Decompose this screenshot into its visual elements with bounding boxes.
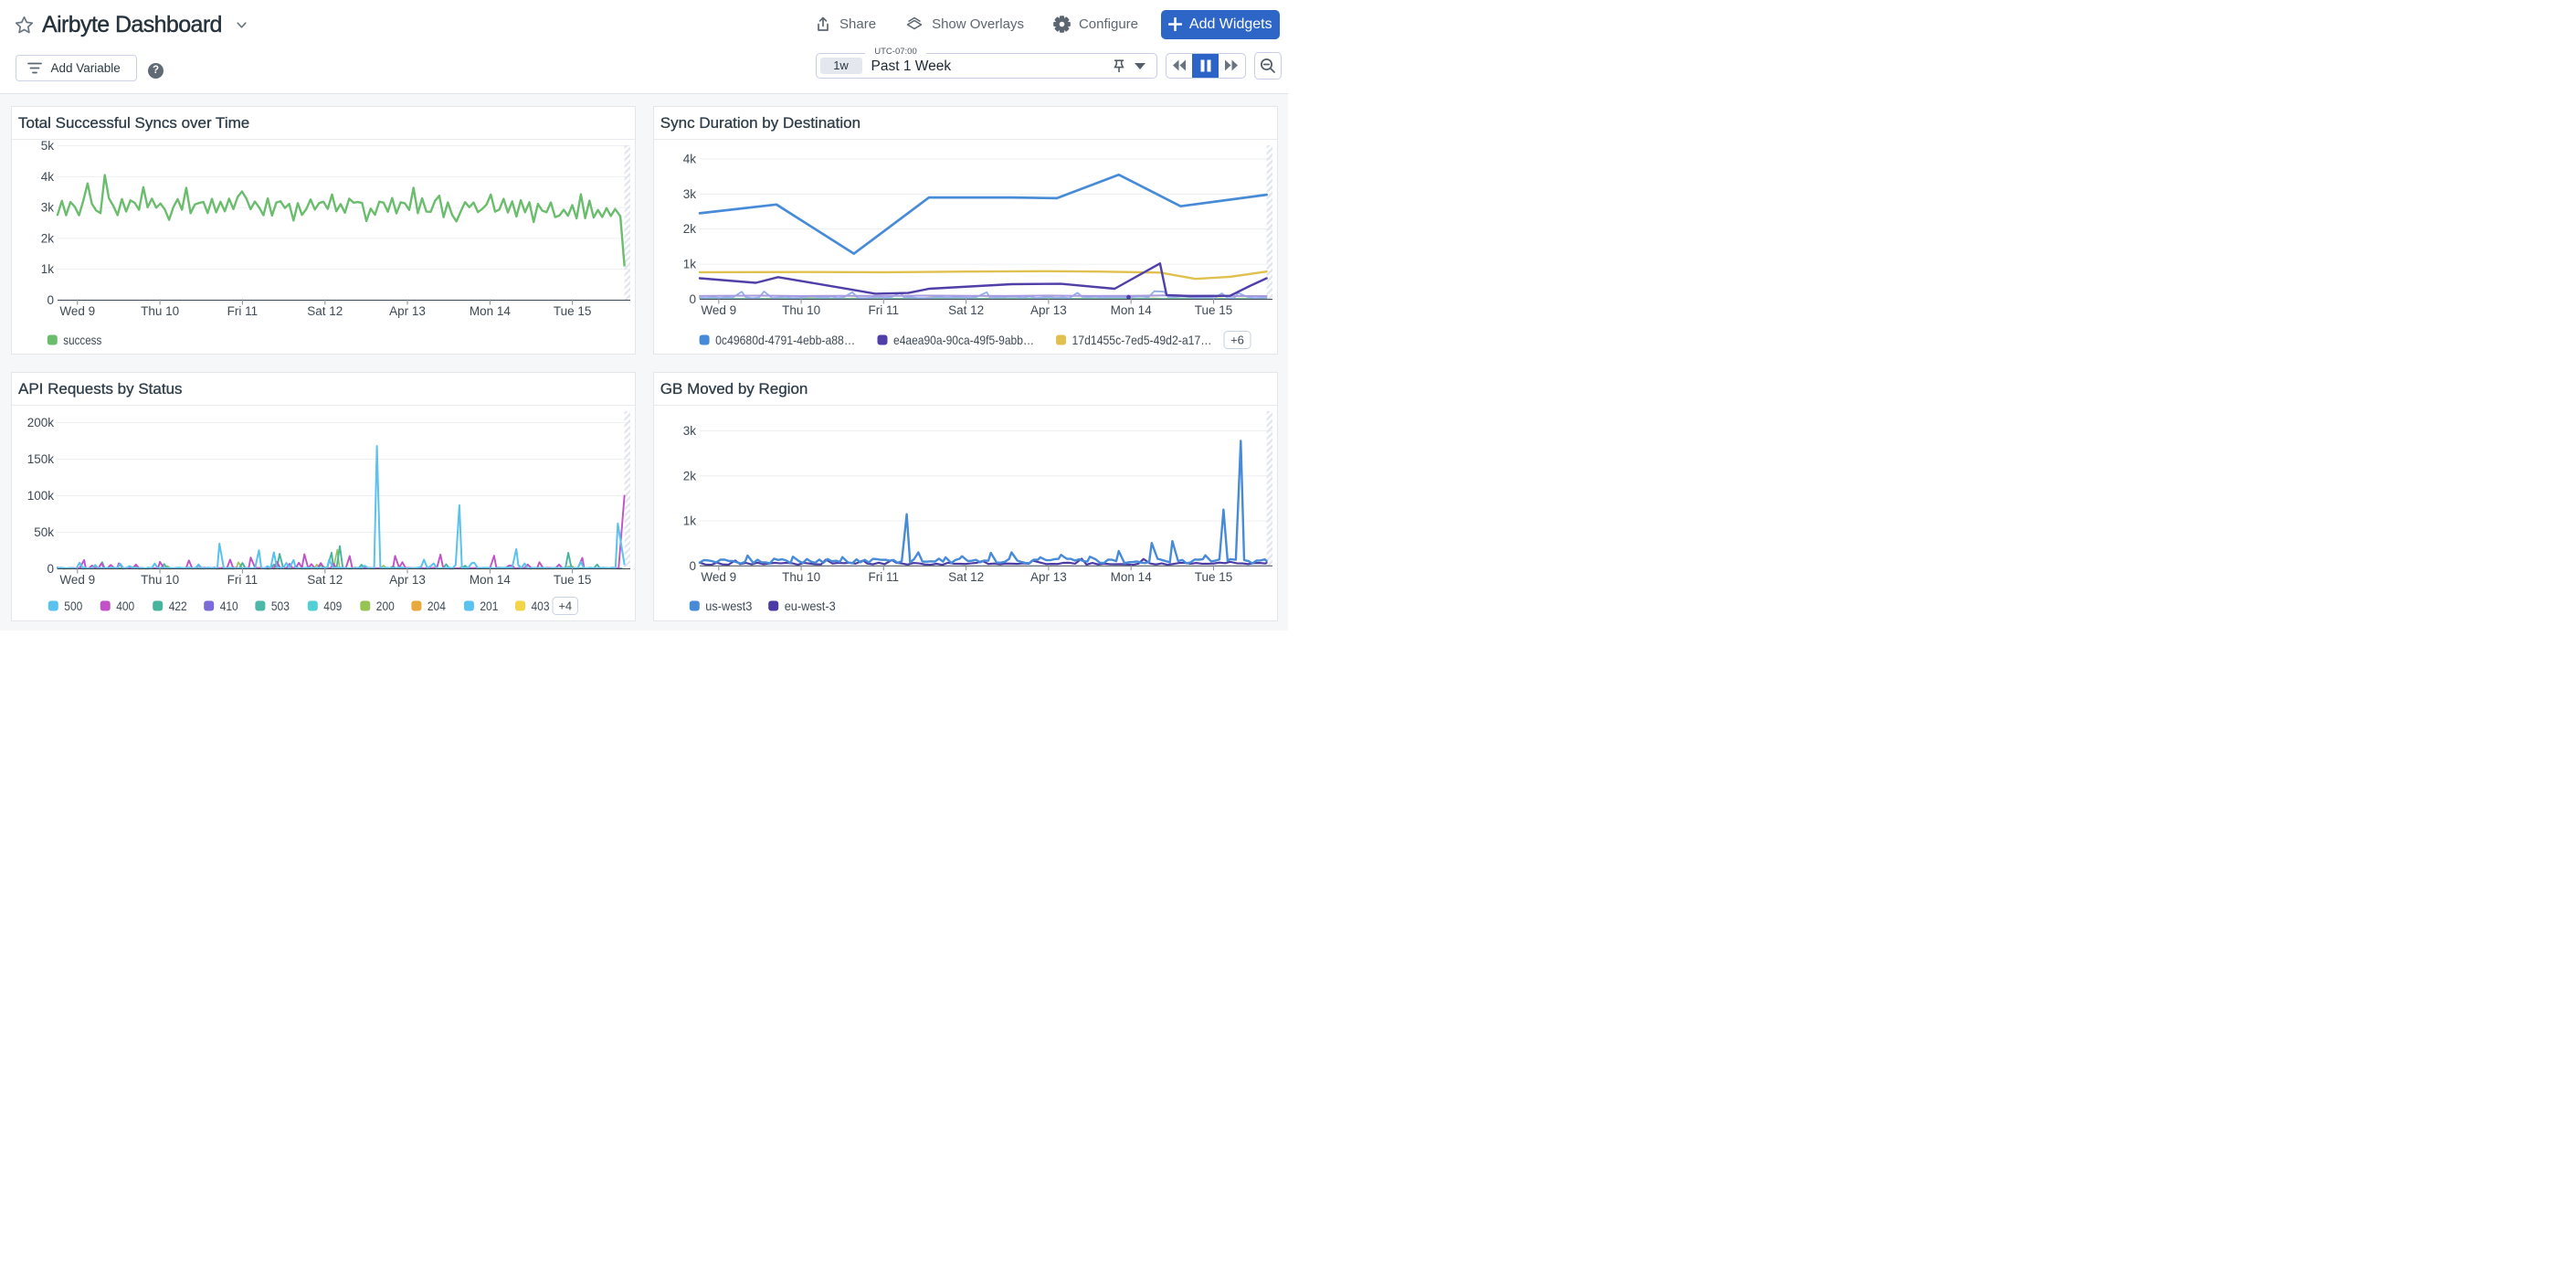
svg-text:100k: 100k <box>27 489 55 503</box>
svg-text:Sat 12: Sat 12 <box>307 573 343 587</box>
svg-text:Fri 11: Fri 11 <box>227 573 259 587</box>
svg-text:2k: 2k <box>41 231 55 245</box>
svg-text:+4: +4 <box>558 599 572 613</box>
svg-text:0: 0 <box>689 292 696 306</box>
svg-text:Thu 10: Thu 10 <box>782 570 820 584</box>
svg-text:5k: 5k <box>41 140 55 153</box>
svg-text:422: 422 <box>169 599 187 613</box>
svg-text:Mon 14: Mon 14 <box>1110 570 1152 584</box>
svg-text:eu-west-3: eu-west-3 <box>784 599 835 613</box>
svg-text:+6: +6 <box>1230 333 1244 346</box>
svg-text:Wed 9: Wed 9 <box>701 570 736 584</box>
svg-text:Wed 9: Wed 9 <box>59 304 95 318</box>
svg-text:500: 500 <box>64 599 82 613</box>
svg-text:Mon 14: Mon 14 <box>470 304 512 318</box>
svg-text:Apr 13: Apr 13 <box>389 304 426 318</box>
svg-text:409: 409 <box>323 599 342 613</box>
svg-text:2k: 2k <box>683 222 697 236</box>
svg-text:success: success <box>63 333 101 347</box>
svg-text:Tue 15: Tue 15 <box>1195 303 1233 317</box>
svg-text:1k: 1k <box>41 262 55 276</box>
svg-text:204: 204 <box>428 599 446 613</box>
svg-text:Apr 13: Apr 13 <box>1030 303 1067 317</box>
svg-text:Wed 9: Wed 9 <box>701 303 736 317</box>
svg-text:Apr 13: Apr 13 <box>389 573 426 587</box>
svg-text:Wed 9: Wed 9 <box>59 573 95 587</box>
svg-text:3k: 3k <box>683 424 697 438</box>
svg-text:e4aea90a-90ca-49f5-9abb…: e4aea90a-90ca-49f5-9abb… <box>893 333 1034 347</box>
svg-text:2k: 2k <box>683 469 697 482</box>
svg-text:201: 201 <box>480 599 498 613</box>
svg-text:Apr 13: Apr 13 <box>1030 570 1067 584</box>
svg-text:410: 410 <box>220 599 238 613</box>
svg-text:Fri 11: Fri 11 <box>868 303 899 317</box>
svg-text:150k: 150k <box>27 452 55 466</box>
svg-text:Thu 10: Thu 10 <box>141 304 179 318</box>
svg-text:3k: 3k <box>683 186 697 200</box>
svg-text:Sat 12: Sat 12 <box>948 570 984 584</box>
svg-text:Mon 14: Mon 14 <box>470 573 512 587</box>
svg-text:Fri 11: Fri 11 <box>227 304 259 318</box>
svg-text:1k: 1k <box>683 257 697 270</box>
svg-text:4k: 4k <box>41 169 55 183</box>
svg-text:503: 503 <box>271 599 290 613</box>
svg-text:Tue 15: Tue 15 <box>554 304 592 318</box>
svg-text:Fri 11: Fri 11 <box>868 570 899 584</box>
svg-text:Tue 15: Tue 15 <box>554 573 592 587</box>
svg-text:0: 0 <box>47 562 54 576</box>
svg-text:0: 0 <box>47 293 54 307</box>
svg-text:Sat 12: Sat 12 <box>307 304 343 318</box>
svg-text:Sat 12: Sat 12 <box>948 303 984 317</box>
svg-text:Mon 14: Mon 14 <box>1110 303 1152 317</box>
svg-text:0c49680d-4791-4ebb-a88…: 0c49680d-4791-4ebb-a88… <box>715 333 855 347</box>
svg-text:1k: 1k <box>683 514 697 528</box>
svg-text:200k: 200k <box>27 416 55 429</box>
svg-text:4k: 4k <box>683 152 697 165</box>
svg-text:403: 403 <box>532 599 550 613</box>
svg-text:17d1455c-7ed5-49d2-a17…: 17d1455c-7ed5-49d2-a17… <box>1072 333 1211 347</box>
svg-text:Thu 10: Thu 10 <box>782 303 820 317</box>
svg-text:Tue 15: Tue 15 <box>1195 570 1233 584</box>
svg-text:50k: 50k <box>34 525 54 539</box>
svg-text:us-west3: us-west3 <box>705 599 752 613</box>
svg-text:3k: 3k <box>41 200 55 214</box>
svg-text:200: 200 <box>376 599 395 613</box>
svg-text:Thu 10: Thu 10 <box>141 573 179 587</box>
svg-text:400: 400 <box>116 599 134 613</box>
svg-text:0: 0 <box>689 559 696 573</box>
